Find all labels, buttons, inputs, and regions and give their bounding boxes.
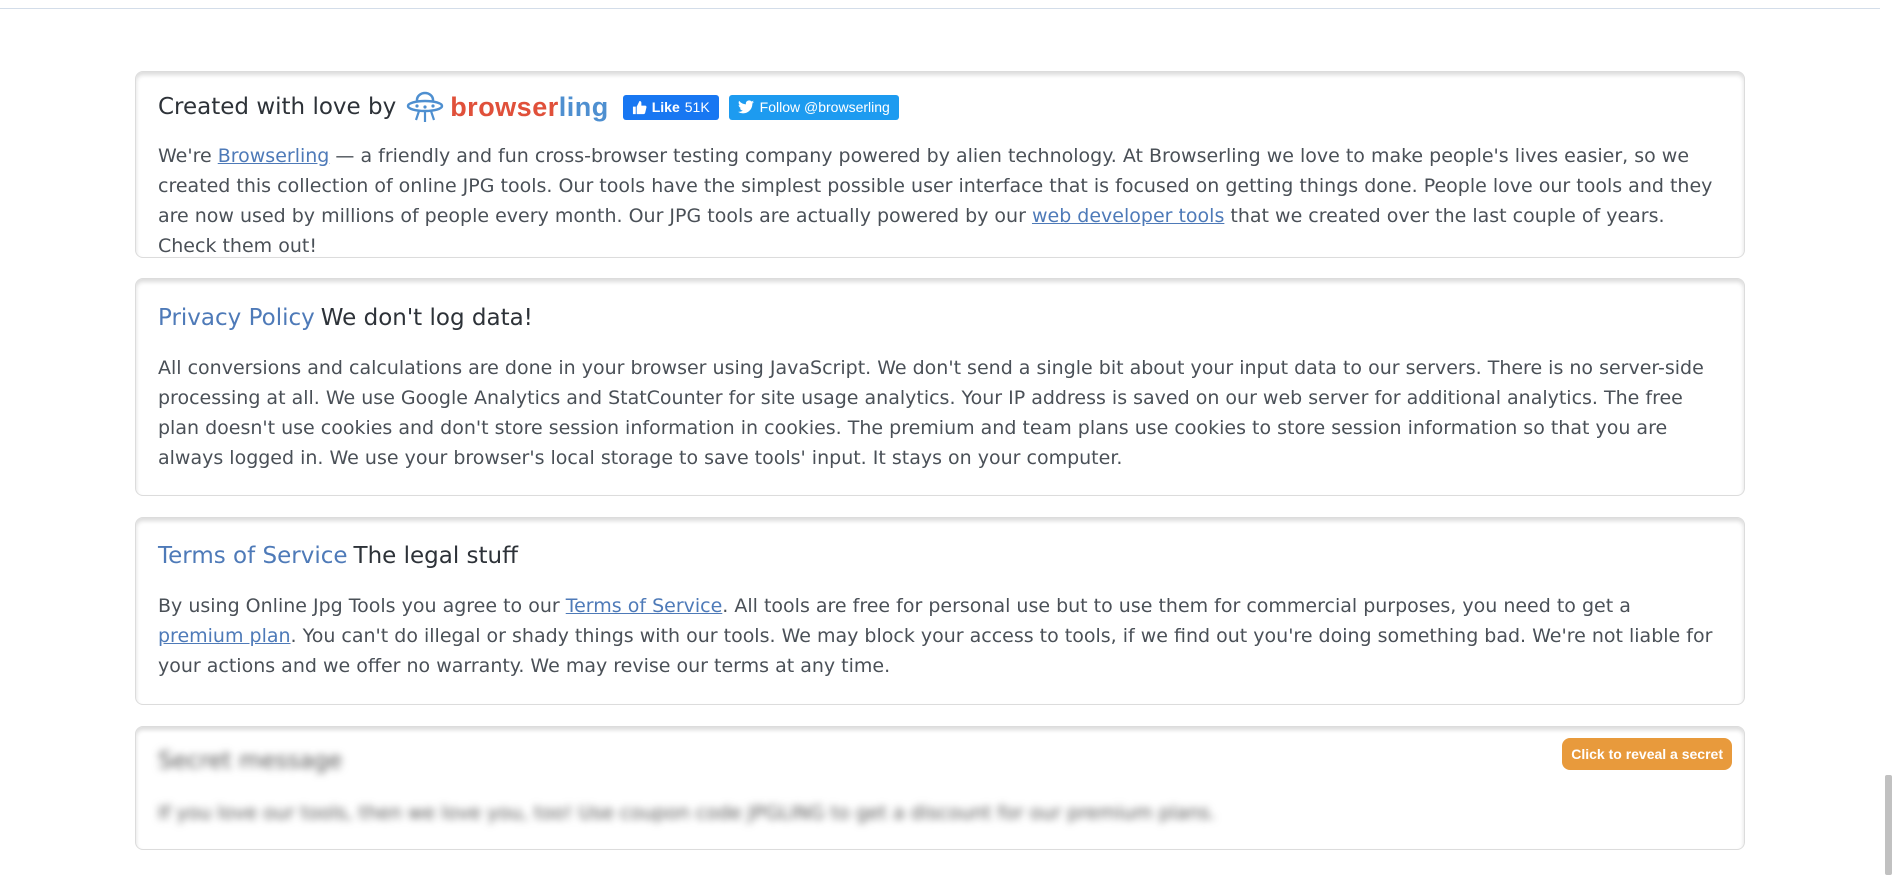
thumbs-up-icon [632,100,647,114]
terms-of-service-title-link[interactable]: Terms of Service [158,541,348,571]
about-title-prefix: Created with love by [158,94,397,120]
web-developer-tools-link[interactable]: web developer tools [1032,205,1224,227]
facebook-like-button[interactable]: Like 51K [622,94,719,120]
privacy-subtitle: We don't log data! [320,305,533,331]
about-text: We're Browserling — a friendly and fun c… [158,145,1713,257]
page-scrollbar[interactable] [1880,0,1897,880]
reveal-secret-button[interactable]: Click to reveal a secret [1562,738,1732,770]
browserling-logo[interactable]: browserling [406,90,609,124]
terms-subtitle: The legal stuff [353,543,518,569]
scrollbar-thumb[interactable] [1885,775,1892,875]
about-title: Created with love by browserling Like 51… [158,90,1722,124]
privacy-text: All conversions and calculations are don… [158,357,1704,469]
privacy-card: Privacy Policy We don't log data! All co… [135,278,1745,496]
header-divider [0,8,1888,9]
secret-card: Secret message If you love our tools, th… [135,726,1745,850]
premium-plan-link[interactable]: premium plan [158,625,291,647]
secret-text: If you love our tools, then we love you,… [158,802,1216,824]
secret-title: Secret message [158,748,343,774]
twitter-bird-icon [737,100,754,114]
about-card: Created with love by browserling Like 51… [135,71,1745,258]
ufo-icon [406,91,444,122]
twitter-follow-button[interactable]: Follow @browserling [728,94,899,120]
terms-title: Terms of Service The legal stuff [158,541,1722,571]
logo-wordmark: browserling [450,92,609,122]
terms-text: By using Online Jpg Tools you agree to o… [158,595,1713,677]
terms-card: Terms of Service The legal stuff By usin… [135,517,1745,705]
privacy-policy-link[interactable]: Privacy Policy [158,303,315,333]
terms-of-service-link[interactable]: Terms of Service [566,595,723,617]
browserling-link[interactable]: Browserling [218,145,330,167]
privacy-title: Privacy Policy We don't log data! [158,303,1722,333]
